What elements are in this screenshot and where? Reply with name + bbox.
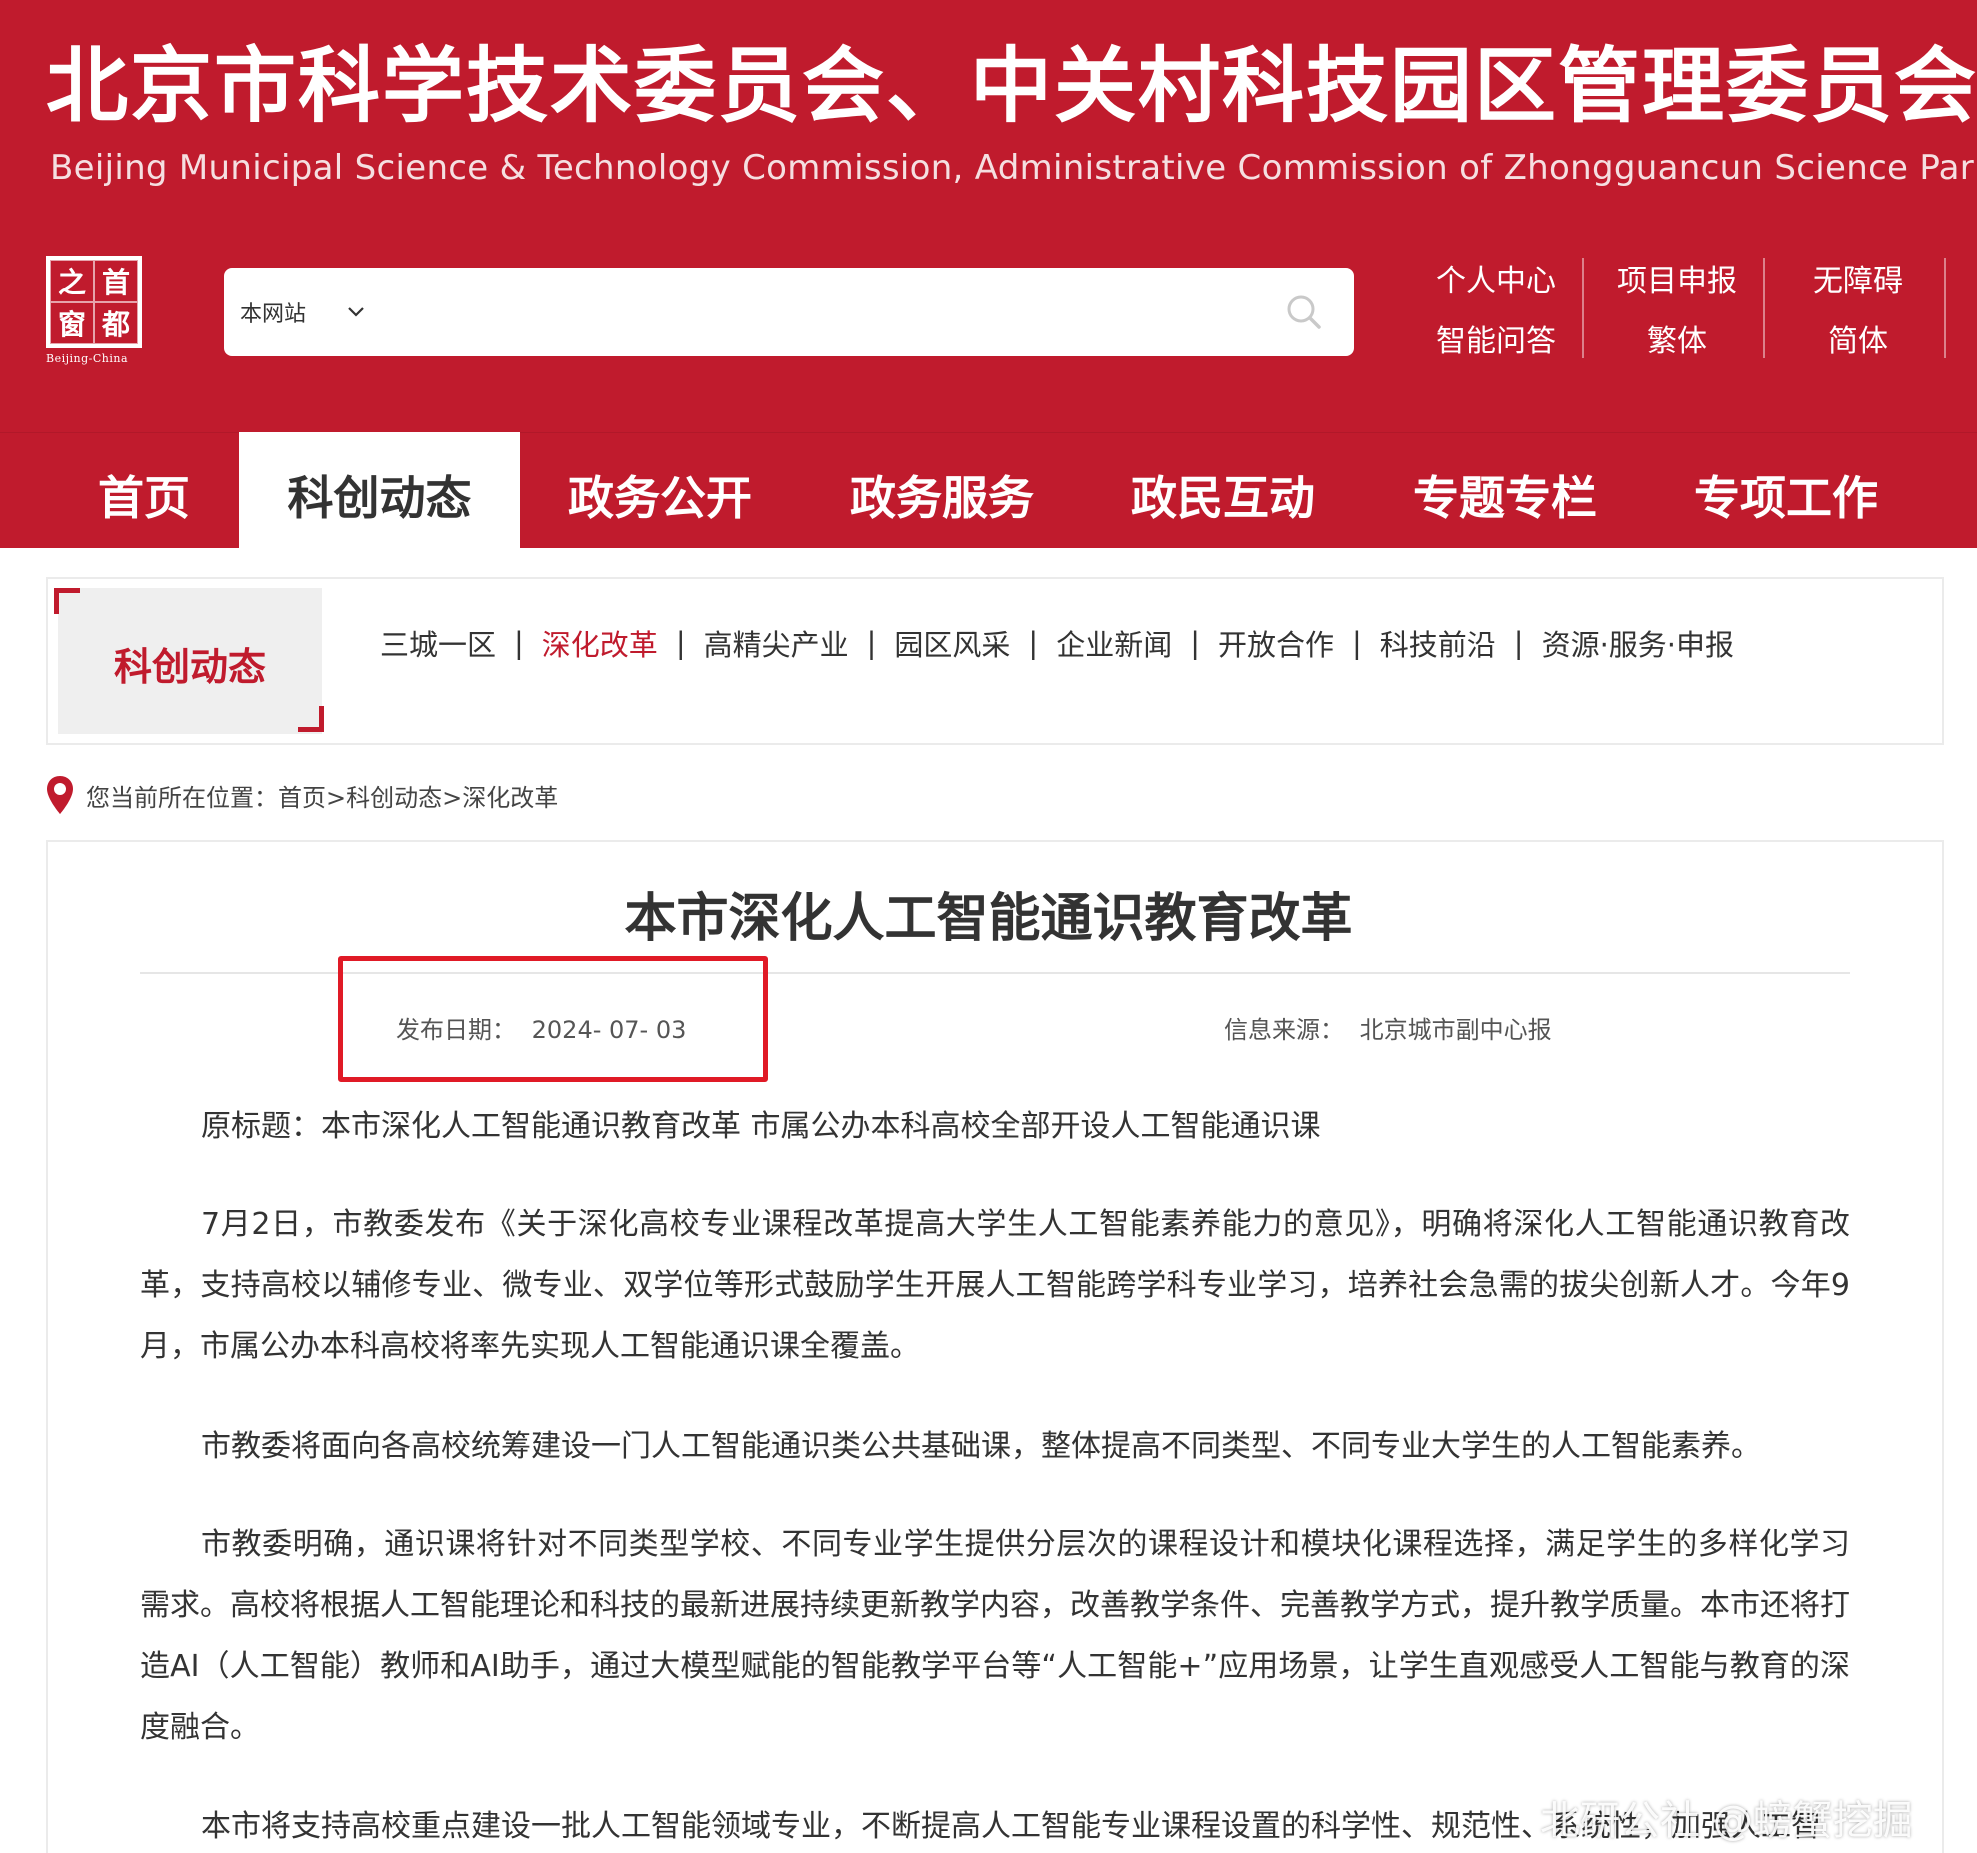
nav-item-special-topics[interactable]: 专题专栏 <box>1413 462 1597 528</box>
logo-seal-icon: 之 首 窗 都 <box>46 256 142 348</box>
subnav-item-open-cooperation[interactable]: 开放合作 <box>1218 622 1334 664</box>
util-divider <box>1582 258 1584 358</box>
article-paragraph: 7月2日，市教委发布《关于深化高校专业课程改革提高大学生人工智能素养能力的意见》… <box>140 1207 1850 1364</box>
subnav-divider: | <box>1513 626 1524 660</box>
info-source-value: 北京城市副中心报 <box>1359 1016 1552 1044</box>
corner-bracket-icon <box>54 588 80 614</box>
watermark: 北研公社 @螃蟹挖掘 <box>1540 1798 1913 1844</box>
subnav-item-enterprise-news[interactable]: 企业新闻 <box>1056 622 1172 664</box>
article-title: 本市深化人工智能通识教育改革 <box>624 889 1353 949</box>
breadcrumb: 您当前所在位置： 首页>科创动态>深化改革 <box>44 774 558 816</box>
beijing-logo[interactable]: 之 首 窗 都 Beijing-China <box>46 256 150 368</box>
subnav-item-tech-frontier[interactable]: 科技前沿 <box>1380 622 1496 664</box>
subnav-item-hi-tech-industry[interactable]: 高精尖产业 <box>704 622 849 664</box>
subnav-divider: | <box>1190 626 1200 660</box>
nav-item-label: 科创动态 <box>287 471 472 525</box>
breadcrumb-path[interactable]: 首页>科创动态>深化改革 <box>278 778 558 813</box>
nav-item-home[interactable]: 首页 <box>98 462 190 528</box>
search-scope-label: 本网站 <box>240 302 307 327</box>
nav-item-special-work[interactable]: 专项工作 <box>1694 462 1878 528</box>
util-link-personal-center[interactable]: 个人中心 <box>1406 256 1586 300</box>
subnav-item-resources[interactable]: 资源·服务·申报 <box>1542 622 1734 664</box>
nav-item-interaction[interactable]: 政民互动 <box>1131 462 1315 528</box>
subnav-divider: | <box>514 626 524 660</box>
subnav-item-park-showcase[interactable]: 园区风采 <box>894 622 1010 664</box>
subnav-divider: | <box>675 626 686 660</box>
nav-item-innovation-news[interactable]: 科创动态 <box>239 432 520 580</box>
nav-item-gov-services[interactable]: 政务服务 <box>850 462 1034 528</box>
corner-bracket-icon <box>298 706 324 732</box>
search-scope-select[interactable]: 本网站 <box>240 296 366 328</box>
util-link-simplified[interactable]: 简体 <box>1768 316 1948 360</box>
subnav-item-deepen-reform[interactable]: 深化改革 <box>542 622 658 664</box>
date-highlight-annotation <box>338 956 768 1082</box>
breadcrumb-label: 您当前所在位置： <box>86 783 278 812</box>
info-source-label: 信息来源： <box>1224 1016 1344 1044</box>
subnav-item-three-cities[interactable]: 三城一区 <box>380 622 496 664</box>
util-divider <box>1763 258 1765 358</box>
util-divider <box>1944 258 1946 358</box>
site-title-en: Beijing Municipal Science & Technology C… <box>50 148 1977 188</box>
article-paragraph: 原标题：本市深化人工智能通识教育改革 市属公办本科高校全部开设人工智能通识课 <box>201 1109 1321 1144</box>
section-tag-label: 科创动态 <box>113 645 266 689</box>
location-pin-icon <box>47 776 73 814</box>
subnav-divider: | <box>1028 626 1039 660</box>
article-paragraph: 市教委将面向各高校统筹建设一门人工智能通识类公共基础课，整体提高不同类型、不同专… <box>201 1429 1761 1464</box>
subnav-divider: | <box>866 626 877 660</box>
util-link-project-apply[interactable]: 项目申报 <box>1587 256 1767 300</box>
section-tag: 科创动态 <box>58 588 322 734</box>
util-link-smart-qa[interactable]: 智能问答 <box>1406 316 1586 360</box>
subnav-divider: | <box>1352 626 1362 660</box>
info-source: 信息来源： 北京城市副中心报 <box>1224 1010 1552 1045</box>
util-link-traditional[interactable]: 繁体 <box>1587 316 1767 360</box>
site-title-cn[interactable]: 北京市科学技术委员会、中关村科技园区管理委员会 <box>46 39 1976 134</box>
article-paragraph: 市教委明确，通识课将针对不同类型学校、不同专业学生提供分层次的课程设计和模块化课… <box>140 1527 1850 1745</box>
search-icon[interactable] <box>1284 292 1324 332</box>
util-link-accessibility[interactable]: 无障碍 <box>1768 256 1948 300</box>
logo-caption: Beijing-China <box>46 352 129 365</box>
search-bar[interactable]: 本网站 <box>224 268 1354 356</box>
nav-item-gov-affairs-open[interactable]: 政务公开 <box>568 462 752 528</box>
chevron-down-icon <box>348 307 364 317</box>
subnav-list: 三城一区 | 深化改革 | 高精尖产业 | 园区风采 | 企业新闻 | 开放合作… <box>380 622 1734 664</box>
